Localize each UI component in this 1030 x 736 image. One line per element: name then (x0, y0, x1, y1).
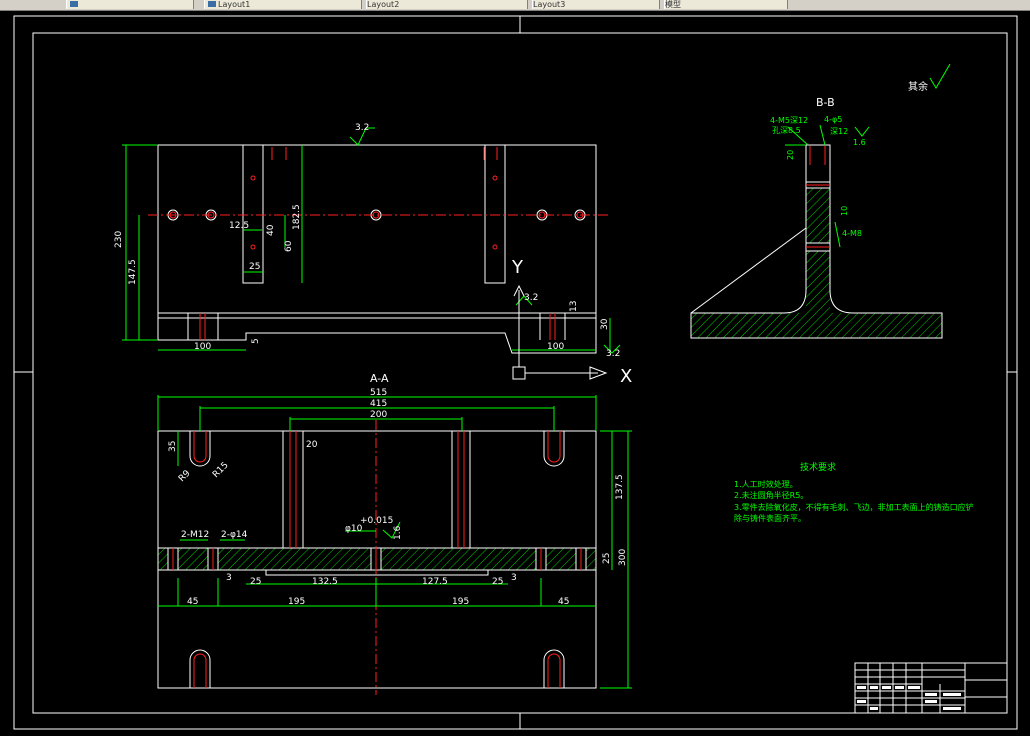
drawing-icon (70, 1, 78, 7)
aa-127-5: 127.5 (422, 577, 448, 587)
dim-182-5: 182.5 (292, 204, 302, 230)
aa-132-5: 132.5 (312, 577, 338, 587)
outer-frame (13, 15, 1018, 730)
aa-25-right: 25 (492, 577, 503, 587)
aa-35: 35 (168, 441, 178, 452)
dim-230: 230 (114, 231, 124, 248)
aa-45-right: 45 (558, 597, 569, 607)
axis-x-label: X (620, 366, 632, 387)
aa-m12: 2-M12 (181, 530, 209, 540)
bb-deep12-label: 深12 (830, 127, 848, 136)
roughness-right: 3.2 (606, 349, 620, 359)
tab-layout-3[interactable]: Layout3 (532, 0, 660, 9)
aa-20: 20 (306, 440, 318, 450)
dim-40: 40 (266, 224, 276, 236)
aa-r15: R15 (211, 461, 231, 481)
aa-515: 515 (370, 388, 387, 398)
dim-12-5: 12.5 (229, 221, 249, 231)
bb-m8-label: 4-M8 (842, 229, 862, 238)
section-aa-title: A-A (370, 372, 389, 385)
tab-file[interactable] (66, 0, 194, 9)
technical-requirements: 技术要求 1.人工时效处理。 2.未注圆角半径R5。 3.零件去除氧化皮，不得有… (734, 461, 974, 523)
notes-item-1: 1.人工时效处理。 (734, 479, 798, 489)
roughness-mid: 3.2 (524, 293, 538, 303)
bb-roughness: 1.6 (853, 138, 866, 147)
top-view: Y X 230 147.5 182.5 60 40 12.5 25 100 10… (114, 123, 632, 387)
tab-layout-1[interactable]: Layout1 (204, 0, 362, 9)
aa-195-left: 195 (288, 597, 305, 607)
aa-tol: +0.015 (360, 516, 393, 526)
tab-model[interactable]: 模型 (664, 0, 788, 9)
bb-20-label: 20 (786, 150, 795, 160)
section-aa-view: A-A 515 415 200 35 20 R9 R15 2-M12 2-φ14… (157, 372, 632, 695)
dim-13: 13 (569, 301, 579, 312)
dim-5: 5 (251, 338, 261, 344)
roughness-top: 3.2 (355, 123, 369, 133)
dim-147-5: 147.5 (128, 259, 138, 285)
aa-r9: R9 (177, 468, 193, 484)
aa-25-vert: 25 (602, 553, 612, 564)
notes-item-3: 3.零件去除氧化皮，不得有毛刺、飞边，非加工表面上的铸造口应铲 (734, 502, 974, 512)
aa-3-left: 3 (226, 573, 232, 583)
aa-137-5: 137.5 (615, 474, 625, 500)
dim-25-top: 25 (249, 262, 260, 272)
aa-195-right: 195 (452, 597, 469, 607)
cad-drawing-canvas[interactable]: Y X 230 147.5 182.5 60 40 12.5 25 100 10… (0, 11, 1030, 736)
dim-30: 30 (600, 318, 610, 330)
roughness-rest-symbol: 其余 (908, 63, 951, 93)
dim-100-left: 100 (194, 342, 211, 352)
svg-text:其余: 其余 (908, 80, 928, 93)
aa-45-left: 45 (187, 597, 198, 607)
aa-300: 300 (618, 549, 628, 566)
tab-layout-2[interactable]: Layout2 (366, 0, 528, 9)
bb-hole-label: 孔深8.5 (772, 126, 801, 135)
notes-item-4: 除与铸件表面齐平。 (734, 513, 806, 523)
dim-60: 60 (284, 240, 294, 252)
section-bb-title: B-B (816, 96, 835, 109)
aa-3-right: 3 (511, 573, 517, 583)
aa-25-left: 25 (250, 577, 261, 587)
bb-m5-label: 4-M5深12 (770, 116, 808, 125)
centering-marks (14, 16, 1017, 729)
section-bb-view: B-B 4-M5深12 孔深8.5 4-φ5 深12 20 4-M8 10 1.… (690, 63, 951, 339)
aa-415: 415 (370, 399, 387, 409)
dim-100-right: 100 (547, 342, 564, 352)
axis-y-label: Y (511, 257, 524, 278)
layout-tab-bar: Layout1 Layout2 Layout3 模型 (0, 0, 1030, 11)
aa-200: 200 (370, 410, 387, 420)
notes-title: 技术要求 (800, 461, 836, 473)
layout-icon (208, 1, 216, 7)
aa-roughness: 1.6 (393, 525, 403, 540)
aa-phi14: 2-φ14 (221, 530, 248, 540)
bb-phi5-label: 4-φ5 (824, 115, 842, 124)
notes-item-2: 2.未注圆角半径R5。 (734, 490, 808, 500)
bb-10-label: 10 (840, 206, 849, 216)
